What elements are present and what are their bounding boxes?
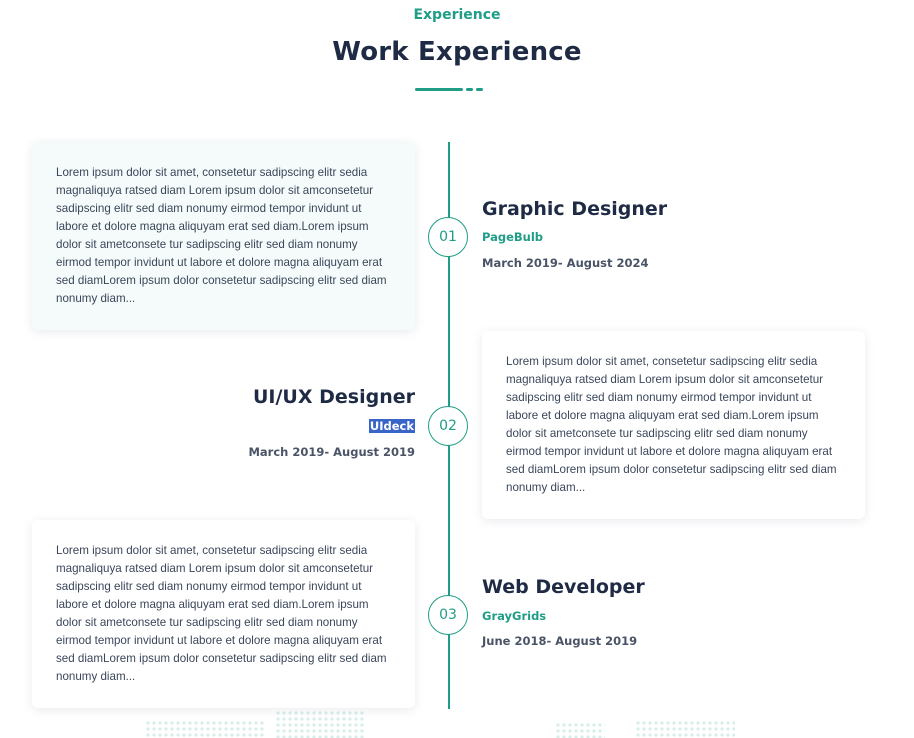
decorative-dot-pattern-4 [635, 720, 735, 738]
section-title: Work Experience [332, 37, 582, 67]
underline-dash-2 [476, 88, 483, 91]
experience-description-3: Lorem ipsum dolor sit amet, consetetur s… [56, 544, 387, 683]
experience-card-1: Lorem ipsum dolor sit amet, consetetur s… [32, 142, 415, 330]
company-1[interactable]: PageBulb [482, 230, 543, 244]
job-title-1: Graphic Designer [482, 198, 668, 220]
decorative-dot-pattern-2 [275, 710, 365, 738]
timeline-node-1: 01 [428, 217, 468, 257]
underline-dash-1 [466, 88, 473, 91]
job-title-3: Web Developer [482, 576, 645, 598]
section-eyebrow: Experience [413, 7, 501, 23]
period-2: March 2019- August 2019 [248, 445, 415, 459]
experience-description-2: Lorem ipsum dolor sit amet, consetetur s… [506, 355, 837, 494]
experience-card-3: Lorem ipsum dolor sit amet, consetetur s… [32, 520, 415, 708]
underline-long-bar [415, 88, 463, 91]
job-title-2: UI/UX Designer [253, 386, 415, 408]
period-3: June 2018- August 2019 [482, 634, 638, 648]
decorative-dot-pattern-1 [145, 720, 265, 738]
period-1: March 2019- August 2024 [482, 256, 649, 270]
company-2[interactable]: UIdeck [368, 419, 415, 433]
timeline-node-3: 03 [428, 595, 468, 635]
experience-description-1: Lorem ipsum dolor sit amet, consetetur s… [56, 166, 387, 305]
company-3[interactable]: GrayGrids [482, 609, 546, 623]
title-underline [415, 88, 485, 91]
timeline-node-2: 02 [428, 406, 468, 446]
experience-card-2: Lorem ipsum dolor sit amet, consetetur s… [482, 331, 865, 519]
decorative-dot-pattern-3 [555, 722, 605, 738]
